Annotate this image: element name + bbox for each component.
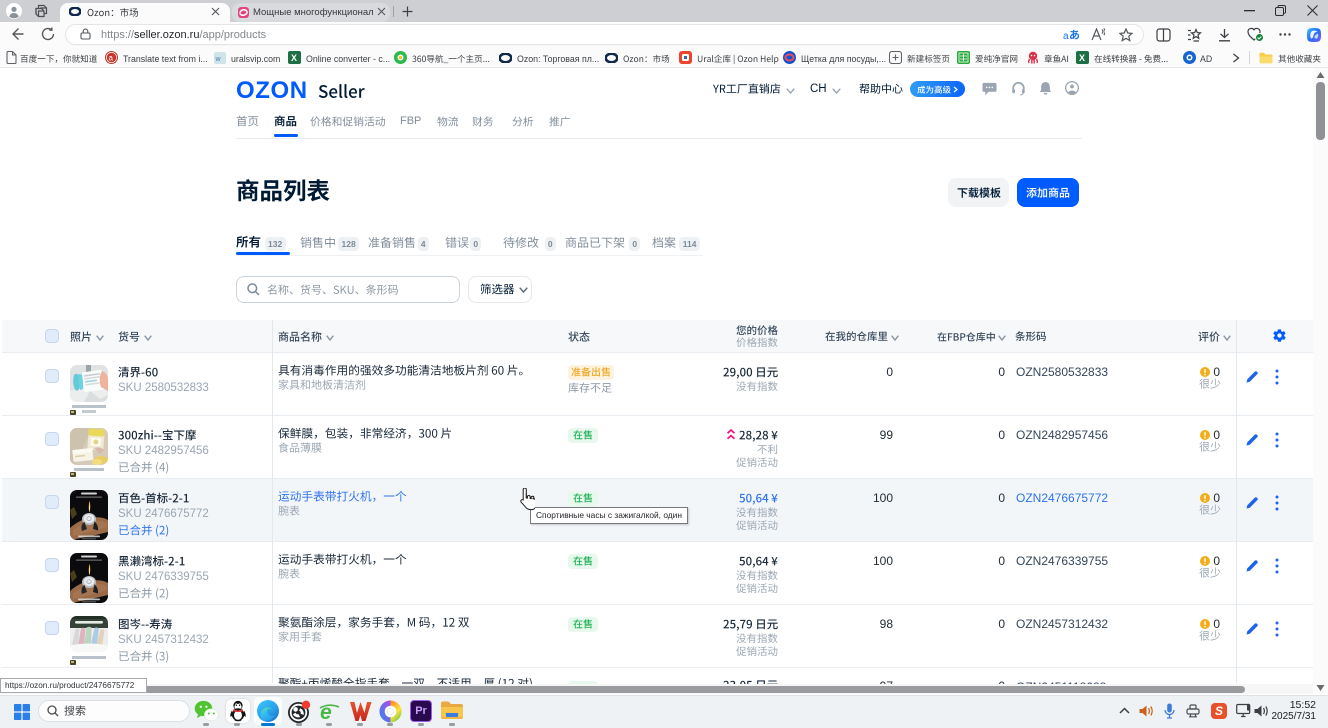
svg-text:w: w [215, 56, 222, 63]
svg-text:X: X [1079, 53, 1085, 63]
svg-text:e: e [320, 701, 332, 723]
svg-text:X: X [291, 53, 297, 63]
svg-text:a: a [109, 54, 114, 63]
